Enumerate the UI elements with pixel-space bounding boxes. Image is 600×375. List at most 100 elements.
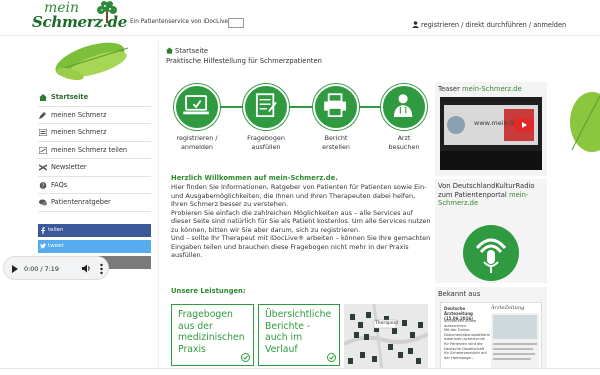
video-thumbnail <box>440 97 542 170</box>
step-doctor-circle <box>381 84 427 130</box>
podcast-icon <box>463 225 519 281</box>
step-doctor[interactable]: Arzt besuchen <box>373 84 435 152</box>
printer-icon <box>324 93 347 118</box>
breadcrumb-label: Startseite <box>175 47 209 55</box>
step-label-line2: erstellen <box>322 143 350 151</box>
paper-body: Schmerzen online aufzeichnen Mit der Onl… <box>444 319 491 360</box>
more-options-icon[interactable] <box>100 263 103 275</box>
paper-line: Schmerzen online aufzeichnen <box>444 319 477 328</box>
teaser-heading: Teaser mein-Schmerz.de <box>435 82 547 96</box>
welcome-text: Hier finden Sie Informationen, Ratgeber … <box>171 183 433 260</box>
step-label-line1: Arzt <box>397 134 411 142</box>
sidebar-item-newsletter[interactable]: Newsletter <box>38 159 151 177</box>
step-label-line1: Fragebogen <box>247 134 285 142</box>
service-card-label: Übersichtliche Berichte - auch im Verlau… <box>265 309 332 355</box>
radio-heading: Von DeutschlandKulturRadio zum Patienten… <box>435 179 547 210</box>
site-logo[interactable]: mein Schmerz.de <box>30 0 127 32</box>
home-icon <box>166 47 173 54</box>
paper-line: Mit der Online-Dokumentationsplattform w… <box>444 328 491 360</box>
sidebar-item-label: Patientenratgeber <box>51 198 111 206</box>
svg-text:?: ? <box>42 183 45 189</box>
step-label-line1: registrieren / <box>176 134 218 142</box>
user-icon <box>412 21 419 28</box>
leaf-image-right <box>570 92 600 152</box>
tagline: Ein Patientenservice von iDocLive® <box>130 19 234 25</box>
step-report[interactable]: Bericht erstellen <box>305 84 367 152</box>
sidebar-item-meinen-schmerz-edit[interactable]: meinen Schmerz <box>38 107 151 124</box>
idoclive-badge[interactable] <box>228 18 244 28</box>
list-icon <box>39 129 47 136</box>
newspaper-photo <box>491 313 539 373</box>
welcome-paragraph: Hier finden Sie Informationen, Ratgeber … <box>171 183 427 208</box>
account-links[interactable]: registrieren / direkt durchführen / anme… <box>412 21 566 29</box>
clipboard-icon <box>255 93 277 118</box>
sidebar-item-label: meinen Schmerz <box>51 128 107 136</box>
teaser-panel: Teaser mein-Schmerz.de www.mein-S... <box>435 82 547 176</box>
welcome-paragraph: Und – sollte Ihr Therapeut mit iDocLive®… <box>171 234 431 259</box>
service-card-questionnaire[interactable]: Fragebogen aus der medizinischen Praxis <box>171 304 254 366</box>
service-card-reports[interactable]: Übersichtliche Berichte - auch im Verlau… <box>258 304 340 366</box>
play-button[interactable] <box>12 265 18 273</box>
share-icon <box>39 146 47 154</box>
question-icon: ? <box>39 181 47 189</box>
sidebar-item-label: Newsletter <box>51 163 87 171</box>
step-register-circle <box>174 84 220 130</box>
sidebar-item-startseite[interactable]: Startseite <box>38 89 151 107</box>
sidebar-nav: Startseite meinen Schmerz meinen Schmerz… <box>38 89 151 212</box>
newspaper-clipping[interactable]: Deutsche Ärztezeitung (15.06.2016) Ärzte… <box>440 302 542 374</box>
paper-masthead: ÄrzteZeitung <box>491 305 525 311</box>
facebook-icon <box>41 227 45 234</box>
check-icon <box>327 353 336 362</box>
process-steps: registrieren / anmelden Fragebogen ausfüll… <box>166 84 428 154</box>
audio-player[interactable]: 0:00 / 7:19 <box>3 256 109 280</box>
step-questionnaire[interactable]: Fragebogen ausfüllen <box>235 84 297 152</box>
sidebar-item-faqs[interactable]: ? FAQs <box>38 177 151 194</box>
tree-icon <box>97 1 117 23</box>
service-card-label: Fragebogen aus der medizinischen Praxis <box>178 309 245 355</box>
teaser-prefix: Teaser <box>438 85 463 93</box>
twitter-icon <box>40 243 46 249</box>
press-heading: Bekannt aus <box>438 290 481 298</box>
chat-icon <box>39 199 47 206</box>
audio-time: 0:00 / 7:19 <box>24 265 59 273</box>
breadcrumb[interactable]: Startseite <box>166 47 208 55</box>
step-label-line2: anmelden <box>181 143 213 151</box>
sidebar-item-label: meinen Schmerz teilen <box>51 145 128 154</box>
sidebar-item-meinen-schmerz-list[interactable]: meinen Schmerz <box>38 124 151 142</box>
header: mein Schmerz.de Ein Patientenservice von… <box>0 0 600 36</box>
facebook-share-label: teilen <box>48 227 64 233</box>
therapist-map-image[interactable]: Therapeut <box>344 304 428 370</box>
map-label: Therapeut <box>375 321 399 326</box>
welcome-heading: Herzlich Willkommen auf mein-Schmerz.de. <box>171 174 338 182</box>
facebook-share-button[interactable]: teilen <box>38 224 151 237</box>
twitter-share-label: tweet <box>48 243 64 249</box>
welcome-paragraph: Probieren Sie einfach die zahlreichen Mö… <box>171 208 431 234</box>
computer-icon <box>183 95 209 115</box>
newsletter-icon <box>39 164 47 171</box>
twitter-share-button[interactable]: tweet <box>38 240 151 253</box>
volume-icon[interactable] <box>82 264 91 273</box>
account-links-label[interactable]: registrieren / direkt durchführen / anme… <box>421 21 566 29</box>
services-heading: Unsere Leistungen: <box>171 287 246 295</box>
sidebar-item-label: meinen Schmerz <box>51 110 107 119</box>
sidebar-item-label: Startseite <box>51 93 89 101</box>
step-questionnaire-circle <box>243 84 289 130</box>
press-panel: Bekannt aus Deutsche Ärztezeitung (15.06… <box>435 287 547 375</box>
step-report-circle <box>313 84 359 130</box>
teaser-video[interactable]: www.mein-S... <box>440 97 542 170</box>
sidebar-item-label: FAQs <box>51 180 68 189</box>
radio-panel: Von DeutschlandKulturRadio zum Patienten… <box>435 179 547 283</box>
step-label-line1: Bericht <box>324 134 348 142</box>
sidebar-item-patientenratgeber[interactable]: Patientenratgeber <box>38 194 151 212</box>
page-subtitle: Praktische Hilfestellung für Schmerzpati… <box>166 57 322 65</box>
footer-bar <box>0 368 600 375</box>
step-register[interactable]: registrieren / anmelden <box>166 84 228 152</box>
step-label-line2: besuchen <box>388 143 420 151</box>
step-label-line2: ausfüllen <box>251 143 281 151</box>
play-icon[interactable] <box>514 118 534 132</box>
leaf-image <box>55 42 129 81</box>
map-pins-graphic <box>344 304 428 370</box>
column-divider <box>158 40 159 375</box>
teaser-link[interactable]: mein-Schmerz.de <box>462 85 522 93</box>
sidebar-item-schmerz-teilen[interactable]: meinen Schmerz teilen <box>38 142 151 159</box>
